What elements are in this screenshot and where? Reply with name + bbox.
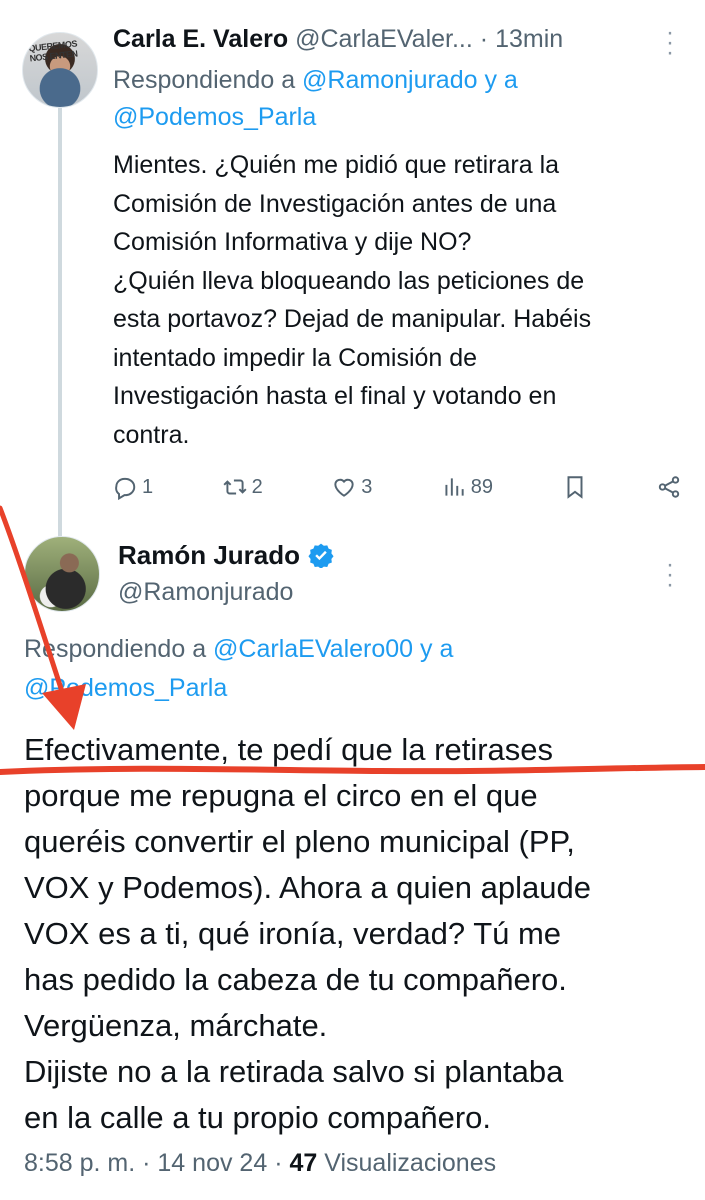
- mention-link[interactable]: @Podemos_Parla: [24, 674, 227, 702]
- like-count: 3: [361, 475, 373, 498]
- replying-to: Respondiendo a @Ramonjurado y a @Podemos…: [113, 62, 673, 136]
- reply-count: 1: [142, 475, 154, 498]
- replying-joiner: y a: [413, 635, 454, 663]
- replying-prefix: Respondiendo a: [113, 66, 303, 94]
- separator-dot: ·: [479, 25, 489, 53]
- share-icon: [658, 476, 680, 498]
- mention-link[interactable]: @Podemos_Parla: [113, 103, 316, 131]
- repost-count: 2: [251, 475, 263, 498]
- author-name-row[interactable]: Ramón Jurado: [118, 538, 334, 572]
- action-bar: 1 2 3 89: [112, 470, 682, 504]
- avatar-sign-text: QUEREMOS NOS ENTEN: [28, 38, 78, 64]
- tweet-time[interactable]: 8:58 p. m.: [24, 1149, 135, 1177]
- views-icon: [445, 478, 464, 496]
- views-count: 89: [470, 475, 494, 498]
- views-button[interactable]: 89: [441, 474, 493, 500]
- mention-link[interactable]: @Ramonjurado: [302, 66, 477, 94]
- tweet-header: Carla E. Valero @CarlaEValer... · 13min: [113, 22, 673, 56]
- replying-joiner: y a: [477, 66, 518, 94]
- avatar[interactable]: QUEREMOS NOS ENTEN: [22, 32, 98, 108]
- like-button[interactable]: 3: [331, 474, 372, 500]
- author-handle[interactable]: @Ramonjurado: [118, 575, 293, 609]
- replying-prefix: Respondiendo a: [24, 635, 214, 663]
- like-icon: [334, 478, 354, 497]
- separator-dot: ·: [142, 1149, 151, 1177]
- repost-button[interactable]: 2: [222, 474, 263, 500]
- tweet-date[interactable]: 14 nov 24: [157, 1149, 267, 1177]
- views-label: Visualizaciones: [324, 1149, 497, 1177]
- views-count: 47: [289, 1149, 318, 1177]
- avatar[interactable]: [24, 536, 100, 612]
- tweet-metadata: 8:58 p. m. · 14 nov 24 · 47 Visualizacio…: [24, 1146, 496, 1180]
- tweet-time[interactable]: 13min: [495, 25, 563, 53]
- reply-tweet[interactable]: QUEREMOS NOS ENTEN Carla E. Valero @Carl…: [0, 0, 705, 520]
- bookmark-icon: [567, 476, 582, 499]
- bookmark-button[interactable]: [562, 474, 588, 500]
- share-button[interactable]: [656, 474, 682, 500]
- more-icon[interactable]: · · ·: [665, 553, 675, 597]
- more-icon[interactable]: · · ·: [665, 21, 675, 65]
- author-name[interactable]: Ramón Jurado: [118, 538, 300, 572]
- verified-badge-icon[interactable]: [308, 542, 334, 568]
- reply-icon: [115, 477, 136, 500]
- author-name[interactable]: Carla E. Valero: [113, 25, 288, 53]
- separator-dot: ·: [274, 1149, 283, 1177]
- author-handle[interactable]: @CarlaEValer...: [295, 25, 473, 53]
- replying-to: Respondiendo a @CarlaEValero00 y a @Podem…: [24, 630, 684, 708]
- repost-icon: [223, 479, 247, 495]
- reply-button[interactable]: 1: [112, 474, 153, 500]
- mention-link[interactable]: @CarlaEValero00: [213, 635, 413, 663]
- tweet-text: Efectivamente, te pedí que la retirases …: [24, 732, 591, 1135]
- tweet-text: Mientes. ¿Quién me pidió que retirara la…: [113, 151, 592, 449]
